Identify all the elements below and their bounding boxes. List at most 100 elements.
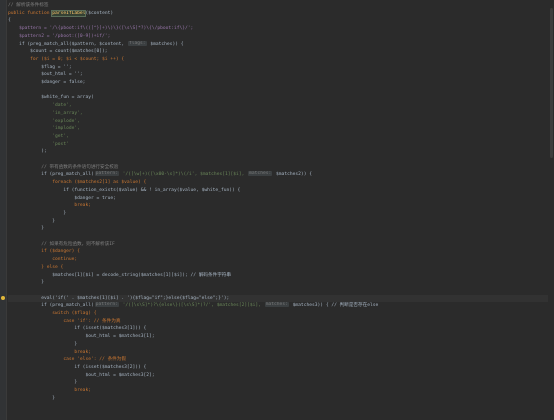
- code-line[interactable]: $matches[1][$i] = decode_string($matches…: [8, 272, 552, 279]
- code-line[interactable]: $count = count($matches[0]);: [8, 48, 552, 55]
- code-token: '/([\w]+)([\x00-\s]*)\(/i', $matches[1][…: [119, 172, 248, 178]
- code-token: 'explode',: [8, 118, 80, 124]
- parameter-hint: matches:: [248, 171, 273, 177]
- code-token: {: [8, 18, 11, 24]
- code-line[interactable]: $pattern2 = '/pboot:([0-9])+if/';: [8, 33, 552, 40]
- code-line[interactable]: } else {: [8, 264, 552, 271]
- code-editor[interactable]: // 解析该条件标签 public function parseIfLabel($…: [0, 0, 554, 420]
- code-token: break;: [8, 203, 91, 209]
- code-line[interactable]: [8, 287, 552, 294]
- code-line[interactable]: [8, 87, 552, 94]
- code-token: }: [8, 380, 78, 386]
- code-token: $pattern2 = '/pboot:([0-9])+if/';: [8, 33, 111, 39]
- code-line[interactable]: 'get',: [8, 133, 552, 140]
- code-line[interactable]: $out_html = $matches3[1];: [8, 333, 552, 340]
- code-line[interactable]: }: [8, 279, 552, 286]
- code-token: for ($i = 0; $i < $count; $i ++) {: [8, 56, 125, 62]
- code-line[interactable]: }: [8, 379, 552, 386]
- code-token: $matches2)) {: [273, 172, 312, 178]
- code-token: 'implode',: [8, 126, 80, 132]
- code-line[interactable]: if (isset($matches3[1])) {: [8, 325, 552, 332]
- code-line[interactable]: foreach ($matches2[1] as $value) {: [8, 179, 552, 186]
- code-line[interactable]: if (preg_match_all(pattern: '/([\s\S]*)?…: [8, 302, 552, 309]
- code-token: 'date',: [8, 103, 72, 109]
- code-token: $count = count($matches[0]);: [8, 49, 108, 55]
- code-token: $danger = true;: [8, 195, 116, 201]
- code-line[interactable]: break;: [8, 387, 552, 394]
- code-token: ($content): [85, 10, 114, 16]
- code-line[interactable]: 'date',: [8, 102, 552, 109]
- code-line[interactable]: {: [8, 17, 552, 24]
- code-line[interactable]: for ($i = 0; $i < $count; $i ++) {: [8, 56, 552, 63]
- code-line[interactable]: // 带有函数的条件语句进行安全校验: [8, 164, 552, 171]
- code-line[interactable]: if (isset($matches3[2])) {: [8, 364, 552, 371]
- parameter-hint: flags:: [127, 40, 147, 46]
- code-line[interactable]: $out_html = $matches3[2];: [8, 372, 552, 379]
- code-token: 'in_array',: [8, 110, 83, 116]
- code-token: if (preg_match_all($pattern, $content,: [8, 41, 127, 47]
- code-token: $pattern = '/\{pboot:if\(([^}]+)\)\}([\s…: [8, 26, 194, 32]
- code-line[interactable]: if (preg_match_all($pattern, $content, f…: [8, 40, 552, 48]
- code-line[interactable]: switch ($flag) {: [8, 310, 552, 317]
- code-line[interactable]: $danger = true;: [8, 195, 552, 202]
- parameter-hint: pattern:: [94, 171, 119, 177]
- code-line[interactable]: }: [8, 225, 552, 232]
- code-line[interactable]: $out_html = '';: [8, 71, 552, 78]
- code-line[interactable]: if ($danger) {: [8, 248, 552, 255]
- code-line[interactable]: continue;: [8, 256, 552, 263]
- code-token: $matches[1][$i] = decode_string($matches…: [8, 272, 231, 278]
- code-line[interactable]: $pattern = '/\{pboot:if\(([^}]+)\)\}([\s…: [8, 25, 552, 32]
- code-token: }: [8, 280, 44, 286]
- code-token: $matches3)) { // 判断是否存在else: [289, 303, 379, 309]
- code-line[interactable]: 'implode',: [8, 125, 552, 132]
- code-token: }: [8, 210, 67, 216]
- code-line[interactable]: [8, 156, 552, 163]
- code-line[interactable]: // 如果有危险函数，则不解析该IF: [8, 241, 552, 248]
- code-token: $out_html = $matches3[1];: [8, 334, 155, 340]
- code-line[interactable]: }: [8, 395, 552, 402]
- code-line[interactable]: if (preg_match_all(pattern: '/([\w]+)([\…: [8, 171, 552, 178]
- code-token: 'get',: [8, 133, 69, 139]
- code-line[interactable]: 'post': [8, 141, 552, 148]
- code-token: if (preg_match_all(: [8, 303, 94, 309]
- code-token: }: [8, 341, 78, 347]
- code-line[interactable]: $white_fun = array(: [8, 94, 552, 101]
- code-token: switch ($flag) {: [8, 311, 97, 316]
- code-line[interactable]: 'explode',: [8, 118, 552, 125]
- code-token: if (function_exists($value) && ! in_arra…: [8, 187, 241, 193]
- code-token: case 'if': // 条件为真: [8, 318, 121, 324]
- code-line[interactable]: }: [8, 218, 552, 225]
- code-token: $danger = false;: [8, 80, 86, 85]
- code-token: $out_html = $matches3[2];: [8, 372, 155, 378]
- code-line[interactable]: public function parseIfLabel($content): [8, 9, 552, 17]
- scrollbar-thumb[interactable]: [550, 8, 553, 158]
- code-token: // 带有函数的条件语句进行安全校验: [8, 164, 119, 170]
- code-line[interactable]: case 'if': // 条件为真: [8, 318, 552, 325]
- code-line[interactable]: $danger = false;: [8, 79, 552, 86]
- code-line[interactable]: eval('if(' . $matches[1][$i] . '){$flag=…: [8, 294, 552, 302]
- code-line[interactable]: if (function_exists($value) && ! in_arra…: [8, 187, 552, 194]
- code-token: continue;: [8, 257, 78, 263]
- code-token: // 如果有危险函数，则不解析该IF: [8, 241, 115, 247]
- vertical-scrollbar[interactable]: [548, 0, 554, 420]
- code-line[interactable]: );: [8, 148, 552, 155]
- code-token: }: [8, 218, 56, 224]
- parameter-hint: pattern:: [94, 302, 119, 308]
- code-line[interactable]: case 'else': // 条件为假: [8, 356, 552, 363]
- code-line[interactable]: $flag = '';: [8, 64, 552, 71]
- code-line[interactable]: break;: [8, 349, 552, 356]
- code-token: );: [8, 149, 47, 155]
- code-line[interactable]: }: [8, 210, 552, 217]
- code-token: $matches)) {: [147, 41, 184, 47]
- code-line[interactable]: 'in_array',: [8, 110, 552, 117]
- code-token: $white_fun = array(: [8, 95, 94, 101]
- code-line[interactable]: [8, 233, 552, 240]
- code-token: 'post': [8, 141, 69, 147]
- code-line[interactable]: }: [8, 341, 552, 348]
- editor-gutter[interactable]: [0, 0, 7, 420]
- code-token: $flag = '';: [8, 64, 72, 70]
- function-name-highlight: parseIfLabel: [51, 9, 87, 17]
- code-line[interactable]: break;: [8, 202, 552, 209]
- code-token: case 'else': // 条件为假: [8, 357, 126, 363]
- code-line[interactable]: // 解析该条件标签: [8, 2, 552, 9]
